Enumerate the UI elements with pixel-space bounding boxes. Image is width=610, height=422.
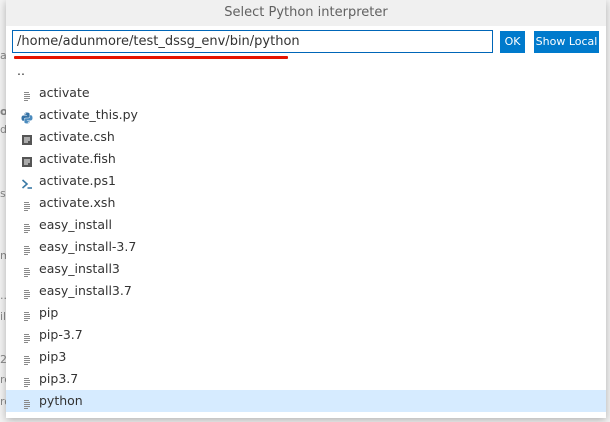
file-list-item[interactable]: pip <box>6 302 606 324</box>
file-list-item[interactable]: pip-3.7 <box>6 324 606 346</box>
file-lines-icon <box>21 351 33 365</box>
python-icon <box>21 109 33 124</box>
interpreter-dialog: Select Python interpreter OK Show Local … <box>6 0 606 418</box>
file-name: activate.csh <box>39 129 115 144</box>
file-lines-icon <box>21 285 33 299</box>
path-highlight-underline <box>14 56 288 59</box>
file-name: activate_this.py <box>39 107 138 122</box>
powershell-icon <box>21 175 33 189</box>
file-lines-icon <box>21 373 33 387</box>
file-name: python <box>39 393 83 408</box>
file-name: pip3.7 <box>39 371 79 386</box>
ok-button[interactable]: OK <box>500 31 525 53</box>
file-list: .. activate activate_this.py activate.csh ac… <box>6 60 606 412</box>
file-list-item[interactable]: easy_install-3.7 <box>6 236 606 258</box>
file-name: activate <box>39 85 90 100</box>
file-lines-icon <box>21 307 33 321</box>
file-list-item[interactable]: activate.fish <box>6 148 606 170</box>
file-list-item[interactable]: pip3 <box>6 346 606 368</box>
file-name: easy_install3.7 <box>39 283 132 298</box>
shell-script-icon <box>21 131 33 145</box>
shell-script-icon <box>21 153 33 167</box>
path-input-row: OK Show Local <box>6 26 606 62</box>
file-lines-icon <box>21 241 33 255</box>
dialog-title: Select Python interpreter <box>6 0 606 26</box>
file-name: pip-3.7 <box>39 327 83 342</box>
file-lines-icon <box>21 197 33 211</box>
file-name: activate.xsh <box>39 195 116 210</box>
parent-directory-item[interactable]: .. <box>6 60 606 82</box>
show-local-button[interactable]: Show Local <box>534 31 599 53</box>
file-lines-icon <box>21 263 33 277</box>
file-name: pip3 <box>39 349 67 364</box>
file-name: .. <box>17 63 25 78</box>
file-lines-icon <box>21 219 33 233</box>
file-name: easy_install3 <box>39 261 120 276</box>
file-list-item[interactable]: activate.csh <box>6 126 606 148</box>
file-list-item[interactable]: python <box>6 390 606 412</box>
file-list-item[interactable]: easy_install3 <box>6 258 606 280</box>
interpreter-path-input[interactable] <box>12 30 493 53</box>
file-list-item[interactable]: activate.xsh <box>6 192 606 214</box>
file-list-item[interactable]: pip3.7 <box>6 368 606 390</box>
file-name: easy_install-3.7 <box>39 239 137 254</box>
file-lines-icon <box>21 395 33 409</box>
file-name: easy_install <box>39 217 112 232</box>
file-list-item[interactable]: easy_install <box>6 214 606 236</box>
file-list-item[interactable]: easy_install3.7 <box>6 280 606 302</box>
file-lines-icon <box>21 329 33 343</box>
file-name: activate.ps1 <box>39 173 116 188</box>
file-list-item[interactable]: activate.ps1 <box>6 170 606 192</box>
file-lines-icon <box>21 87 33 101</box>
file-name: pip <box>39 305 59 320</box>
file-list-item[interactable]: activate_this.py <box>6 104 606 126</box>
file-name: activate.fish <box>39 151 116 166</box>
file-list-item[interactable]: activate <box>6 82 606 104</box>
